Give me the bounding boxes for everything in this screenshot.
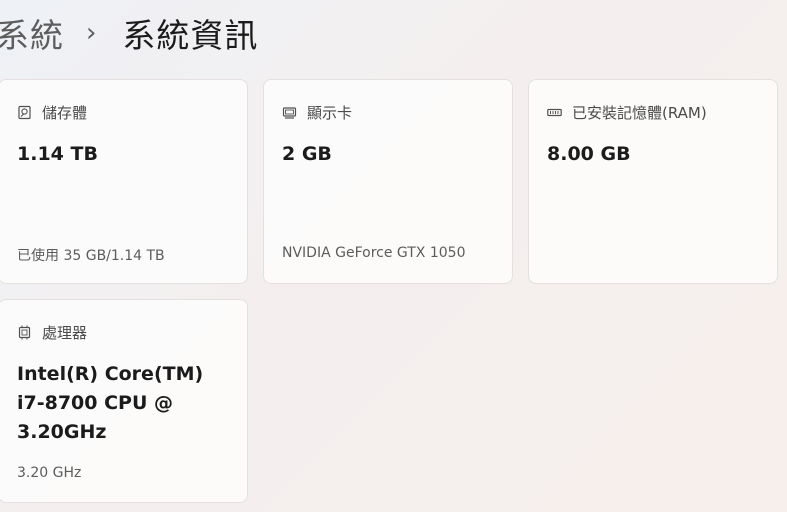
graphics-title: 顯示卡 xyxy=(307,104,353,122)
storage-usage: 已使用 35 GB/1.14 TB xyxy=(17,248,165,264)
breadcrumb: 系統 › 系統資訊 xyxy=(0,10,258,56)
breadcrumb-parent-system[interactable]: 系統 xyxy=(0,9,64,57)
chevron-right-icon: › xyxy=(86,18,97,48)
graphics-model: NVIDIA GeForce GTX 1050 xyxy=(282,245,466,261)
graphics-card[interactable]: 顯示卡 2 GB NVIDIA GeForce GTX 1050 xyxy=(263,79,513,284)
processor-title: 處理器 xyxy=(42,324,88,342)
page-title: 系統資訊 xyxy=(122,16,259,55)
processor-name-line-1: Intel(R) Core(TM) xyxy=(17,363,204,385)
processor-name-line-2: i7-8700 CPU @ xyxy=(17,392,174,414)
storage-icon xyxy=(17,105,32,120)
processor-card[interactable]: 處理器 Intel(R) Core(TM) i7-8700 CPU @ 3.20… xyxy=(0,299,248,503)
storage-value: 1.14 TB xyxy=(17,143,98,165)
processor-value: Intel(R) Core(TM) i7-8700 CPU @ 3.20GHz xyxy=(17,360,217,447)
memory-title: 已安裝記憶體(RAM) xyxy=(572,104,707,122)
memory-icon xyxy=(547,105,562,120)
memory-card-header: 已安裝記憶體(RAM) xyxy=(547,102,707,123)
memory-value: 8.00 GB xyxy=(547,143,631,165)
processor-card-header: 處理器 xyxy=(17,322,87,343)
storage-card-header: 儲存體 xyxy=(17,102,87,123)
memory-card[interactable]: 已安裝記憶體(RAM) 8.00 GB xyxy=(528,79,778,284)
graphics-value: 2 GB xyxy=(282,143,332,165)
display-adapter-icon xyxy=(282,105,297,120)
processor-name-line-3: 3.20GHz xyxy=(17,421,107,443)
processor-speed: 3.20 GHz xyxy=(17,465,82,481)
storage-card[interactable]: 儲存體 1.14 TB 已使用 35 GB/1.14 TB xyxy=(0,79,248,284)
graphics-card-header: 顯示卡 xyxy=(282,102,352,123)
storage-title: 儲存體 xyxy=(42,104,88,122)
processor-icon xyxy=(17,325,32,340)
